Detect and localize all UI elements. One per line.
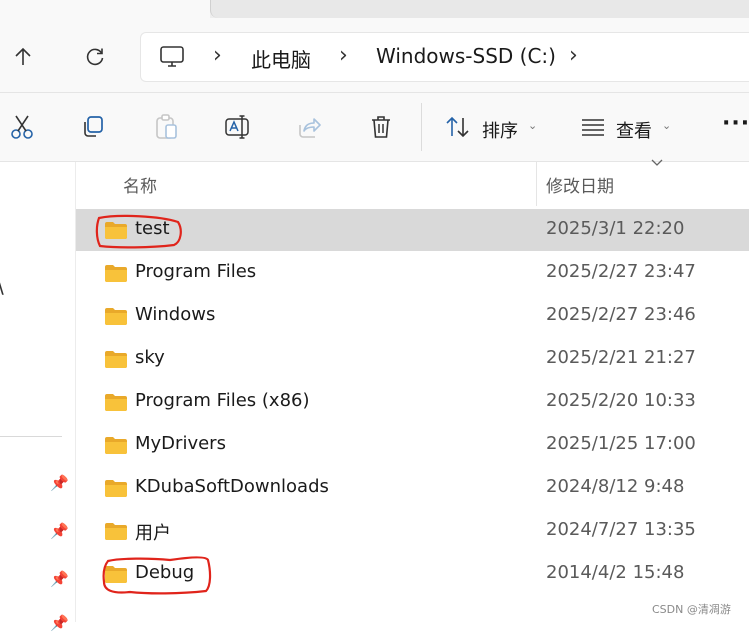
file-date: 2025/2/27 23:47 [546, 261, 696, 282]
tab-current[interactable] [0, 0, 210, 18]
share-button[interactable] [294, 113, 324, 141]
folder-icon [105, 480, 127, 497]
folder-icon [105, 394, 127, 411]
cut-button[interactable] [7, 113, 37, 141]
folder-icon [105, 308, 127, 325]
folder-icon [105, 566, 127, 583]
share-icon [299, 118, 321, 138]
file-date: 2024/8/12 9:48 [546, 476, 685, 497]
view-label: 查看 [616, 121, 652, 142]
pin-icon[interactable]: 📌 [50, 614, 69, 632]
chevron-down-icon: ⌄ [662, 119, 672, 132]
navigation-pane: \ 📌 📌 📌 📌 [0, 162, 76, 632]
refresh-icon [86, 48, 104, 66]
paste-icon [156, 114, 177, 139]
column-header-name[interactable]: 名称 [123, 172, 157, 197]
up-button[interactable] [6, 40, 40, 74]
file-name[interactable]: Program Files (x86) [135, 390, 310, 411]
file-row[interactable]: test 2025/3/1 22:20 [76, 209, 749, 251]
folder-icon [105, 222, 127, 239]
file-row[interactable]: MyDrivers 2025/1/25 17:00 [76, 424, 749, 466]
pin-icon[interactable]: 📌 [50, 474, 69, 492]
file-date: 2025/2/27 23:46 [546, 304, 696, 325]
sort-label: 排序 [482, 121, 518, 142]
chevron-right-icon[interactable]: › [213, 43, 222, 68]
file-name[interactable]: sky [135, 347, 165, 368]
file-row[interactable]: Program Files (x86) 2025/2/20 10:33 [76, 381, 749, 423]
file-name[interactable]: Program Files [135, 261, 256, 282]
navigation-bar: › 此电脑 › Windows-SSD (C:) › [0, 18, 749, 93]
sort-icon [446, 116, 469, 138]
up-arrow-icon [15, 47, 31, 65]
chevron-right-icon[interactable]: › [569, 43, 578, 68]
tab-strip [0, 0, 749, 18]
address-bar[interactable]: › 此电脑 › Windows-SSD (C:) › [140, 32, 749, 82]
cut-icon [11, 115, 33, 139]
refresh-button[interactable] [78, 40, 112, 74]
column-divider[interactable] [536, 162, 537, 206]
rename-icon [225, 115, 249, 139]
file-date: 2025/2/21 21:27 [546, 347, 696, 368]
nav-item-partial[interactable]: \ [0, 274, 4, 298]
file-name[interactable]: 用户 [135, 519, 171, 545]
view-icon-box [578, 113, 608, 141]
computer-icon [160, 46, 184, 67]
delete-icon [372, 116, 390, 138]
watermark: CSDN @清凋游 [652, 603, 731, 616]
delete-button[interactable] [366, 113, 396, 141]
file-name[interactable]: test [135, 218, 170, 239]
chevron-right-icon[interactable]: › [339, 43, 348, 68]
sort-descending-icon [651, 159, 663, 166]
folder-icon [105, 265, 127, 282]
breadcrumb-this-pc[interactable]: 此电脑 [251, 44, 311, 73]
file-name[interactable]: KDubaSoftDownloads [135, 476, 329, 497]
file-name[interactable]: Windows [135, 304, 215, 325]
file-row[interactable]: Windows 2025/2/27 23:46 [76, 295, 749, 337]
command-bar: 排序 ⌄ 查看 ⌄ ··· [0, 93, 749, 162]
view-icon [582, 119, 604, 136]
breadcrumb-drive[interactable]: Windows-SSD (C:) [376, 44, 556, 68]
folder-icon [105, 351, 127, 368]
folder-icon [105, 437, 127, 454]
file-row[interactable]: 用户 2024/7/27 13:35 [76, 510, 749, 552]
pin-icon[interactable]: 📌 [50, 522, 69, 540]
file-row[interactable]: Program Files 2025/2/27 23:47 [76, 252, 749, 294]
column-header-date[interactable]: 修改日期 [546, 172, 614, 197]
chevron-down-icon: ⌄ [528, 119, 538, 132]
file-date: 2025/3/1 22:20 [546, 218, 685, 239]
file-date: 2024/7/27 13:35 [546, 519, 696, 540]
file-date: 2025/1/25 17:00 [546, 433, 696, 454]
file-row[interactable]: KDubaSoftDownloads 2024/8/12 9:48 [76, 467, 749, 509]
sort-icon-box [443, 113, 473, 141]
command-separator [421, 103, 422, 151]
file-date: 2014/4/2 15:48 [546, 562, 685, 583]
rename-button[interactable] [222, 113, 252, 141]
more-icon[interactable]: ··· [722, 111, 749, 136]
copy-button[interactable] [78, 113, 108, 141]
folder-icon [105, 523, 127, 540]
copy-icon [84, 116, 103, 137]
file-row[interactable]: sky 2025/2/21 21:27 [76, 338, 749, 380]
file-name[interactable]: MyDrivers [135, 433, 226, 454]
file-date: 2025/2/20 10:33 [546, 390, 696, 411]
nav-divider [0, 436, 62, 437]
file-row[interactable]: Debug 2014/4/2 15:48 [76, 553, 749, 595]
file-name[interactable]: Debug [135, 562, 194, 583]
pin-icon[interactable]: 📌 [50, 570, 69, 588]
paste-button[interactable] [151, 113, 181, 141]
tab-other[interactable] [210, 0, 749, 18]
